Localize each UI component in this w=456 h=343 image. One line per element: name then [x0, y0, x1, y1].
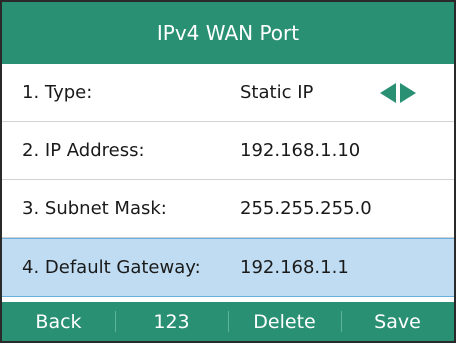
- type-row[interactable]: 1. Type: Static IP: [2, 64, 454, 122]
- page-title-text: IPv4 WAN Port: [156, 21, 300, 45]
- type-selector[interactable]: [380, 82, 416, 103]
- page-title: IPv4 WAN Port: [2, 2, 454, 64]
- subnet-mask-label: 3. Subnet Mask:: [22, 198, 167, 219]
- default-gateway-label: 4. Default Gateway:: [22, 257, 201, 278]
- input-mode-button[interactable]: 123: [115, 302, 228, 341]
- ip-address-field[interactable]: 192.168.1.10: [240, 140, 360, 161]
- default-gateway-field[interactable]: 192.168.1.1: [240, 257, 349, 278]
- type-value: Static IP: [240, 82, 314, 103]
- back-button[interactable]: Back: [2, 302, 115, 341]
- save-button[interactable]: Save: [341, 302, 454, 341]
- default-gateway-row[interactable]: 4. Default Gateway: 192.168.1.1: [2, 238, 454, 297]
- settings-list: 1. Type: Static IP 2. IP Address: 192.16…: [2, 64, 454, 297]
- delete-button[interactable]: Delete: [228, 302, 341, 341]
- right-arrow-icon[interactable]: [400, 82, 416, 103]
- subnet-mask-row[interactable]: 3. Subnet Mask: 255.255.255.0: [2, 180, 454, 238]
- ip-address-label: 2. IP Address:: [22, 140, 145, 161]
- subnet-mask-field[interactable]: 255.255.255.0: [240, 198, 372, 219]
- ip-address-row[interactable]: 2. IP Address: 192.168.1.10: [2, 122, 454, 180]
- phone-screen: IPv4 WAN Port 1. Type: Static IP 2. IP A…: [0, 0, 456, 343]
- softkey-bar: Back 123 Delete Save: [2, 302, 454, 341]
- type-label: 1. Type:: [22, 82, 93, 103]
- left-arrow-icon[interactable]: [380, 82, 396, 103]
